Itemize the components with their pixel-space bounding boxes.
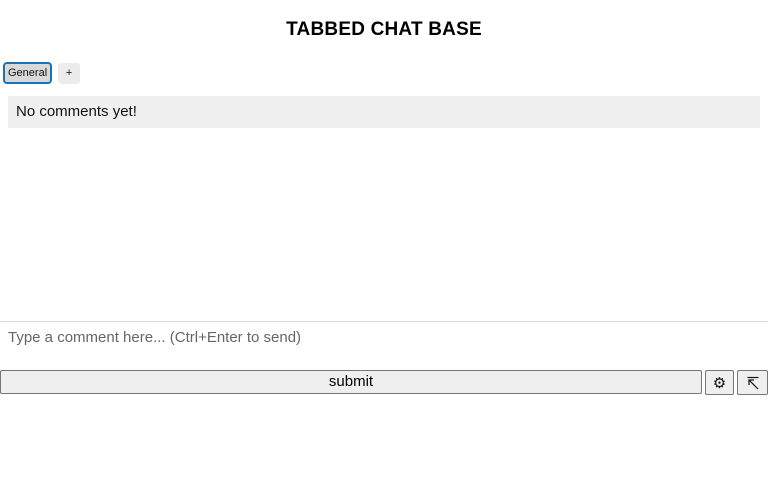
popout-button[interactable] [737,370,768,395]
tab-general[interactable]: General [3,62,53,84]
tab-bar: General + [3,62,81,84]
settings-button[interactable]: ⚙ [705,370,734,395]
submit-button[interactable]: submit [0,370,702,394]
comment-input[interactable] [0,322,768,366]
comments-panel: No comments yet! [8,96,760,128]
empty-comments-message: No comments yet! [16,103,137,120]
page-title: TABBED CHAT BASE [286,19,482,40]
popout-arrow-icon [747,376,758,389]
add-tab-button[interactable]: + [58,62,81,84]
gear-icon: ⚙ [712,373,727,392]
tabbed-chat-app: TABBED CHAT BASE General + No comments y… [0,0,768,480]
composer-controls: submit ⚙ [0,370,768,395]
